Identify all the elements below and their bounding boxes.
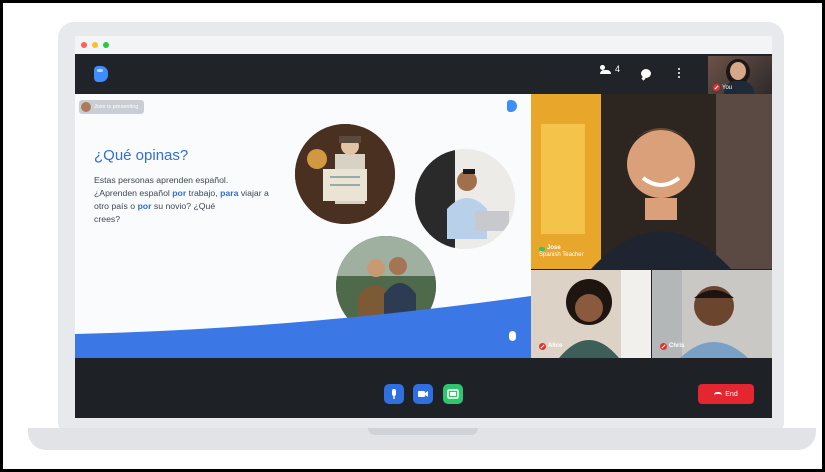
phone-hangup-icon <box>714 392 723 396</box>
presenter-text: Jose is presenting <box>94 104 139 110</box>
mic-off-icon <box>539 343 546 350</box>
slide-mic-icon <box>509 331 516 341</box>
main-speaker-video <box>531 94 772 269</box>
more-options-button[interactable] <box>678 68 680 78</box>
video-tile-main[interactable]: Jose Spanish Teacher <box>531 94 772 269</box>
presenter-badge: Jose is presenting <box>79 100 145 114</box>
participant-name-alice: Alice <box>548 343 563 349</box>
slide-photo-worker <box>415 149 515 249</box>
close-window-dot[interactable] <box>81 42 87 48</box>
call-controls-bar: End <box>75 358 772 418</box>
present-button[interactable] <box>443 384 463 404</box>
main-speaker-role: Spanish Teacher <box>539 252 584 258</box>
camera-button[interactable] <box>413 384 433 404</box>
shared-slide: Jose is presenting ¿Qué opinas? Estas pe… <box>75 94 531 358</box>
end-call-label: End <box>725 390 738 398</box>
more-vertical-icon <box>678 68 680 78</box>
slide-wave-decoration <box>75 296 531 358</box>
participants-button[interactable]: 4 <box>600 64 620 74</box>
mic-off-icon <box>713 84 720 91</box>
people-icon <box>600 64 611 74</box>
participant-count: 4 <box>615 64 621 74</box>
chat-button[interactable] <box>641 69 651 78</box>
present-screen-icon <box>447 389 459 399</box>
self-view-label: You <box>722 84 733 91</box>
chat-icon <box>641 69 651 78</box>
maximize-window-dot[interactable] <box>103 42 109 48</box>
mic-icon <box>392 389 396 399</box>
end-call-button[interactable]: End <box>698 384 754 404</box>
main-speaker-name: Jose <box>547 245 561 251</box>
video-tile-chris[interactable]: Chris <box>652 270 772 358</box>
participant-name-chris: Chris <box>669 343 685 349</box>
window-titlebar <box>75 36 772 54</box>
self-view-tile[interactable]: You <box>708 56 772 94</box>
slide-logo-icon <box>507 100 517 112</box>
presenter-avatar <box>81 102 91 112</box>
mic-off-icon <box>660 343 667 350</box>
camera-icon <box>418 391 428 397</box>
app-logo <box>94 66 108 82</box>
slide-title: ¿Qué opinas? <box>94 147 189 164</box>
mic-button[interactable] <box>384 384 404 404</box>
app-window: 4 You Jose is presenting ¿Qué opinas? Es… <box>75 36 772 418</box>
speaking-indicator-icon <box>539 246 545 251</box>
slide-photo-traveler <box>295 124 395 224</box>
slide-body-text: Estas personas aprenden español. ¿Aprend… <box>94 175 269 224</box>
video-tile-alice[interactable]: Alice <box>531 270 651 358</box>
minimize-window-dot[interactable] <box>92 42 98 48</box>
laptop-base <box>28 428 816 450</box>
app-header: 4 <box>75 54 772 94</box>
